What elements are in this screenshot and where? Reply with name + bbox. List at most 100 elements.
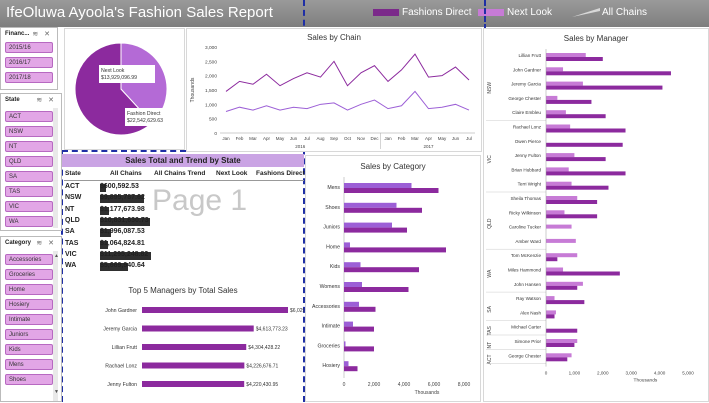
slicer-item-sa[interactable]: SA	[5, 171, 53, 182]
bar-next-look	[546, 253, 578, 258]
slicer-item-nt[interactable]: NT	[5, 141, 53, 152]
bar-fashions-direct	[546, 200, 598, 204]
scroll-up-icon[interactable]: ▲	[54, 253, 59, 259]
category-label: John Gardner	[105, 308, 137, 314]
all-chains-value: $5,669,940.64	[100, 262, 145, 270]
x-tick-label: 6,000	[428, 382, 441, 388]
manager-label: Terri Wright	[518, 182, 542, 187]
category-label: Lillian Frutt	[112, 345, 138, 351]
x-tick-label: Dec	[370, 136, 379, 141]
category-scrollbar[interactable]	[53, 251, 58, 401]
slicer-item-mens[interactable]: Mens	[5, 359, 53, 370]
col-header-next-look: Next Look	[216, 170, 248, 177]
slicer-item-nsw[interactable]: NSW	[5, 126, 53, 137]
slicer-category: Category ≋ ✕ Accessories Groceries Home Hos…	[0, 236, 62, 402]
slicer-item-2016-17[interactable]: 2016/17	[5, 57, 53, 68]
all-chains-value: $600,592.53	[100, 183, 139, 190]
sales-by-chain-chart: 0 500 1,000 1,500 2,000 2,500 3,000 Thousands Ja…	[190, 45, 475, 149]
slicer-item-qld[interactable]: QLD	[5, 156, 53, 167]
bar-fashions-direct	[546, 185, 609, 190]
category-label: Accessories	[312, 304, 340, 310]
x-tick-label: 0	[343, 382, 346, 388]
bar-fashions-direct	[344, 306, 376, 312]
x-tick-label: Jun	[290, 136, 298, 141]
slicer-item-kids[interactable]: Kids	[5, 344, 53, 355]
slicer-item-wa[interactable]: WA	[5, 216, 53, 227]
slicer-item-shoes[interactable]: Shoes	[5, 374, 53, 385]
bar-next-look	[546, 167, 569, 172]
slicer-item-2015-16[interactable]: 2015/16	[5, 42, 53, 53]
manager-label: Miles Hammond	[508, 268, 542, 273]
pie-chart-panel: Fashion Direct $22,542,629.63 Next Look $13…	[64, 28, 185, 150]
sales-by-manager-panel: Sales by Manager Lillian Frutt John Gardn…	[483, 28, 709, 402]
slicer-item-act[interactable]: ACT	[5, 111, 53, 122]
y-tick-label: 1,000	[205, 102, 217, 108]
manager-label: Amber Ward	[515, 239, 541, 244]
bar-next-look	[546, 81, 583, 86]
legend-swatch	[373, 8, 399, 16]
all-chains-value: $11,295,248.82	[100, 250, 149, 258]
bar-fashions-direct	[546, 114, 606, 119]
bar-next-look	[344, 202, 397, 208]
table-row: VIC $11,295,248.82	[64, 251, 304, 262]
bar	[142, 344, 247, 350]
clear-filter-icon[interactable]: ≋ ✕	[32, 30, 52, 38]
group-label: NT	[487, 342, 493, 349]
bar-next-look	[546, 110, 566, 115]
slicer-item-tas[interactable]: TAS	[5, 186, 53, 197]
manager-label: Tom McKenzie	[511, 253, 542, 258]
x-tick-label: Jan	[222, 136, 230, 141]
x-tick-label: May	[276, 136, 285, 141]
scroll-down-icon[interactable]: ▼	[54, 389, 59, 395]
slicer-item-juniors[interactable]: Juniors	[5, 329, 53, 340]
bar-next-look	[546, 181, 572, 186]
bar-next-look	[546, 339, 578, 343]
all-chains-value: $1,064,824.81	[100, 239, 145, 247]
col-header-all-chains: All Chains	[110, 170, 142, 177]
slicer-item-home[interactable]: Home	[5, 284, 53, 295]
category-label: Jenny Fulton	[107, 382, 137, 388]
sales-by-manager-chart: Lillian Frutt John Gardner Jeremy Garcia Ge…	[486, 49, 694, 384]
bar-fashions-direct	[546, 128, 626, 133]
manager-label: Jenny Fulton	[515, 153, 542, 158]
clear-filter-icon[interactable]: ≋ ✕	[36, 239, 56, 247]
slicer-item-2017-18[interactable]: 2017/18	[5, 72, 53, 83]
bar-fashions-direct	[546, 142, 623, 147]
manager-label: Caroline Tucker	[509, 225, 542, 230]
x-tick-label: Apr	[263, 136, 271, 141]
manager-label: Owen Pierce	[515, 139, 542, 144]
x-tick-label: Aug	[316, 136, 325, 141]
manager-label: Jeremy Garcia	[511, 82, 541, 87]
legend-trend-swatch	[572, 7, 600, 17]
x-tick-label: Oct	[344, 136, 352, 141]
pie-label-name: Fashion Direct	[127, 111, 161, 117]
slicer-item-groceries[interactable]: Groceries	[5, 269, 53, 280]
bar-fashions-direct	[546, 85, 663, 90]
bar-fashions-direct	[344, 188, 439, 193]
col-header-trend: All Chains Trend	[154, 170, 206, 177]
pie-label-value: $13,929,096.99	[101, 75, 137, 81]
bar-fashions-direct	[546, 328, 578, 333]
slicer-item-vic[interactable]: VIC	[5, 201, 53, 212]
manager-label: Claire Embleu	[512, 110, 541, 115]
x-tick-label: 2,000	[597, 371, 609, 376]
x-tick-label: Nov	[357, 136, 366, 141]
clear-filter-icon[interactable]: ≋ ✕	[36, 96, 56, 104]
bar-next-look	[546, 296, 555, 301]
x-tick-label: Apr	[425, 136, 433, 141]
category-label: Juniors	[323, 225, 340, 231]
manager-label: Sheila Thomas	[510, 196, 541, 201]
year-label: 2017	[423, 144, 434, 149]
slicer-item-accessories[interactable]: Accessories	[5, 254, 53, 265]
page-break-top	[484, 0, 486, 30]
bar-fashions-direct	[546, 57, 603, 61]
slicer-item-hosiery[interactable]: Hosiery	[5, 299, 53, 310]
bar	[142, 381, 245, 387]
category-label: Rachael Lonz	[105, 364, 137, 370]
slicer-item-intimate[interactable]: Intimate	[5, 314, 53, 325]
x-tick-label: 2,000	[368, 382, 381, 388]
x-tick-label: Jul	[304, 136, 310, 141]
top5-chart: John Gardner $6,029,214.26 Jeremy Garcia $4…	[103, 307, 304, 388]
state-scrollbar[interactable]	[53, 108, 58, 228]
y-tick-label: 500	[209, 117, 217, 123]
